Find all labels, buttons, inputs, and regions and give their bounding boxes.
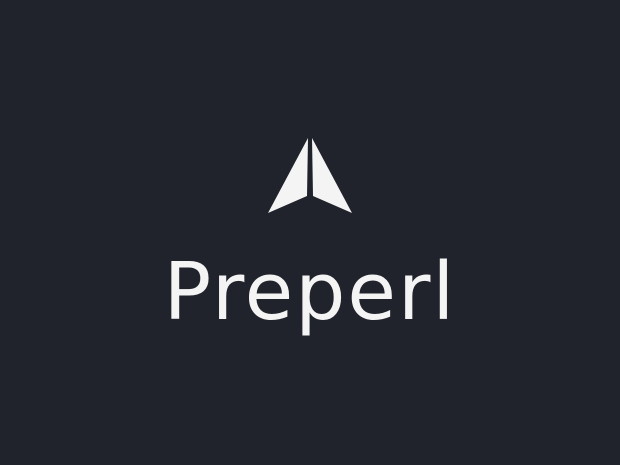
splash-screen: Preperl (0, 0, 620, 465)
brand-name: Preperl (163, 246, 457, 338)
arrowhead-logo-icon (268, 138, 352, 213)
